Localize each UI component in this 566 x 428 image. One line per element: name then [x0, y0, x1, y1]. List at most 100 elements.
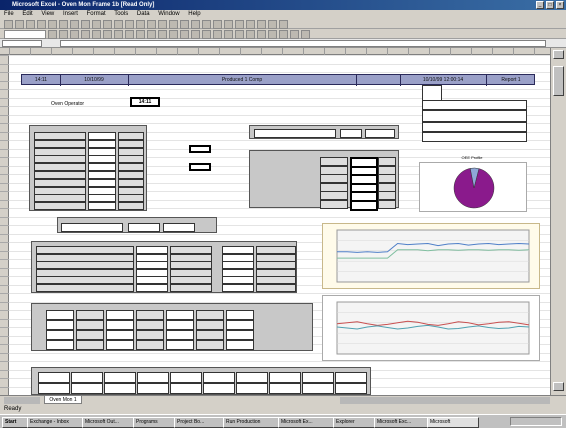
- toolbar-button-1-2[interactable]: [15, 20, 24, 29]
- shift-cell[interactable]: [226, 340, 254, 350]
- toolbar-button-2-12[interactable]: [125, 30, 134, 39]
- production-value-cell[interactable]: [88, 178, 116, 187]
- toolbar-button-1-3[interactable]: [26, 20, 35, 29]
- toolbar-button-2-20[interactable]: [213, 30, 222, 39]
- production-value-cell[interactable]: [88, 186, 116, 195]
- shift-cell[interactable]: [226, 320, 254, 330]
- bottom-cell[interactable]: [71, 383, 103, 394]
- menu-insert[interactable]: Insert: [63, 11, 78, 17]
- toolbar-button-2-18[interactable]: [191, 30, 200, 39]
- param-value-cell[interactable]: [136, 283, 168, 292]
- menu-edit[interactable]: Edit: [22, 11, 32, 17]
- toolbar-button-2-22[interactable]: [235, 30, 244, 39]
- toolbar-button-1-19[interactable]: [202, 20, 211, 29]
- toolbar-button-2-15[interactable]: [158, 30, 167, 39]
- bottom-cell[interactable]: [38, 383, 70, 394]
- toolbar-button-1-17[interactable]: [180, 20, 189, 29]
- toolbar-button-2-26[interactable]: [279, 30, 288, 39]
- notes-row-1[interactable]: [422, 100, 527, 110]
- toolbar-button-2-7[interactable]: [70, 30, 79, 39]
- toolbar-button-1-4[interactable]: [37, 20, 46, 29]
- oven-operator-value[interactable]: 14:11: [130, 97, 160, 107]
- bottom-cell[interactable]: [335, 383, 367, 394]
- bottom-cell[interactable]: [302, 383, 334, 394]
- shift-cell[interactable]: [196, 310, 224, 320]
- production-value-cell[interactable]: [88, 132, 116, 140]
- tab-scroll-buttons[interactable]: [4, 397, 40, 404]
- bottom-cell[interactable]: [38, 372, 70, 383]
- production-value-cell[interactable]: [88, 163, 116, 172]
- bottom-cell[interactable]: [302, 372, 334, 383]
- shift-cell[interactable]: [76, 340, 104, 350]
- shift-cell[interactable]: [226, 330, 254, 340]
- shift-cell[interactable]: [166, 310, 194, 320]
- shift-cell[interactable]: [46, 340, 74, 350]
- shift-cell[interactable]: [166, 330, 194, 340]
- notes-row-3[interactable]: [422, 122, 527, 132]
- toolbar-button-1-25[interactable]: [268, 20, 277, 29]
- shift-cell[interactable]: [166, 340, 194, 350]
- scroll-up-arrow[interactable]: [553, 50, 564, 59]
- toolbar-button-2-25[interactable]: [268, 30, 277, 39]
- toolbar-button-1-18[interactable]: [191, 20, 200, 29]
- toolbar-button-1-12[interactable]: [125, 20, 134, 29]
- scroll-down-arrow[interactable]: [553, 382, 564, 391]
- toolbar-button-1-15[interactable]: [158, 20, 167, 29]
- toolbar-button-1-24[interactable]: [257, 20, 266, 29]
- input-box-1[interactable]: [189, 145, 211, 153]
- worksheet[interactable]: 14:11 10/10/99 Produced 1 Comp 10/10/99 …: [9, 55, 550, 395]
- shift-cell[interactable]: [46, 320, 74, 330]
- bottom-cell[interactable]: [269, 383, 301, 394]
- menu-tools[interactable]: Tools: [114, 11, 128, 17]
- toolbar-button-1-14[interactable]: [147, 20, 156, 29]
- taskbar-item-4[interactable]: Project Bo...: [174, 417, 224, 428]
- shift-cell[interactable]: [136, 320, 164, 330]
- toolbar-button-1-1[interactable]: [4, 20, 13, 29]
- toolbar-button-1-10[interactable]: [103, 20, 112, 29]
- toolbar-button-1-22[interactable]: [235, 20, 244, 29]
- shift-cell[interactable]: [76, 330, 104, 340]
- shift-cell[interactable]: [226, 310, 254, 320]
- taskbar-item-2[interactable]: Microsoft Out...: [82, 417, 134, 428]
- shift-cell[interactable]: [196, 330, 224, 340]
- minimize-button[interactable]: _: [536, 1, 544, 9]
- toolbar-button-1-26[interactable]: [279, 20, 288, 29]
- taskbar-item-7[interactable]: Explorer: [333, 417, 375, 428]
- toolbar-button-2-9[interactable]: [92, 30, 101, 39]
- menu-format[interactable]: Format: [87, 11, 106, 17]
- horizontal-scrollbar[interactable]: [340, 397, 550, 404]
- bottom-cell[interactable]: [137, 383, 169, 394]
- shift-cell[interactable]: [106, 320, 134, 330]
- name-box[interactable]: [2, 40, 42, 47]
- menu-help[interactable]: Help: [188, 11, 200, 17]
- menu-data[interactable]: Data: [137, 11, 150, 17]
- shift-cell[interactable]: [46, 310, 74, 320]
- toolbar-button-1-7[interactable]: [70, 20, 79, 29]
- toolbar-button-2-11[interactable]: [114, 30, 123, 39]
- production-value-cell[interactable]: [88, 147, 116, 156]
- toolbar-button-1-8[interactable]: [81, 20, 90, 29]
- font-name-select[interactable]: [4, 30, 46, 39]
- menu-window[interactable]: Window: [158, 11, 179, 17]
- toolbar-button-2-24[interactable]: [257, 30, 266, 39]
- toolbar-button-1-21[interactable]: [224, 20, 233, 29]
- menu-file[interactable]: File: [4, 11, 14, 17]
- production-value-cell[interactable]: [88, 155, 116, 164]
- shift-cell[interactable]: [196, 340, 224, 350]
- toolbar-button-1-6[interactable]: [59, 20, 68, 29]
- vertical-scrollbar[interactable]: [550, 48, 566, 395]
- close-button[interactable]: ×: [556, 1, 564, 9]
- shift-cell[interactable]: [136, 330, 164, 340]
- bottom-cell[interactable]: [335, 372, 367, 383]
- production-value-cell[interactable]: [88, 194, 116, 203]
- toolbar-button-1-5[interactable]: [48, 20, 57, 29]
- taskbar-item-6[interactable]: Microsoft Ex...: [278, 417, 334, 428]
- maximize-button[interactable]: □: [546, 1, 554, 9]
- shift-cell[interactable]: [196, 320, 224, 330]
- bottom-cell[interactable]: [71, 372, 103, 383]
- bottom-cell[interactable]: [203, 372, 235, 383]
- shift-cell[interactable]: [166, 320, 194, 330]
- toolbar-button-1-9[interactable]: [92, 20, 101, 29]
- toolbar-button-2-13[interactable]: [136, 30, 145, 39]
- toolbar-button-2-17[interactable]: [180, 30, 189, 39]
